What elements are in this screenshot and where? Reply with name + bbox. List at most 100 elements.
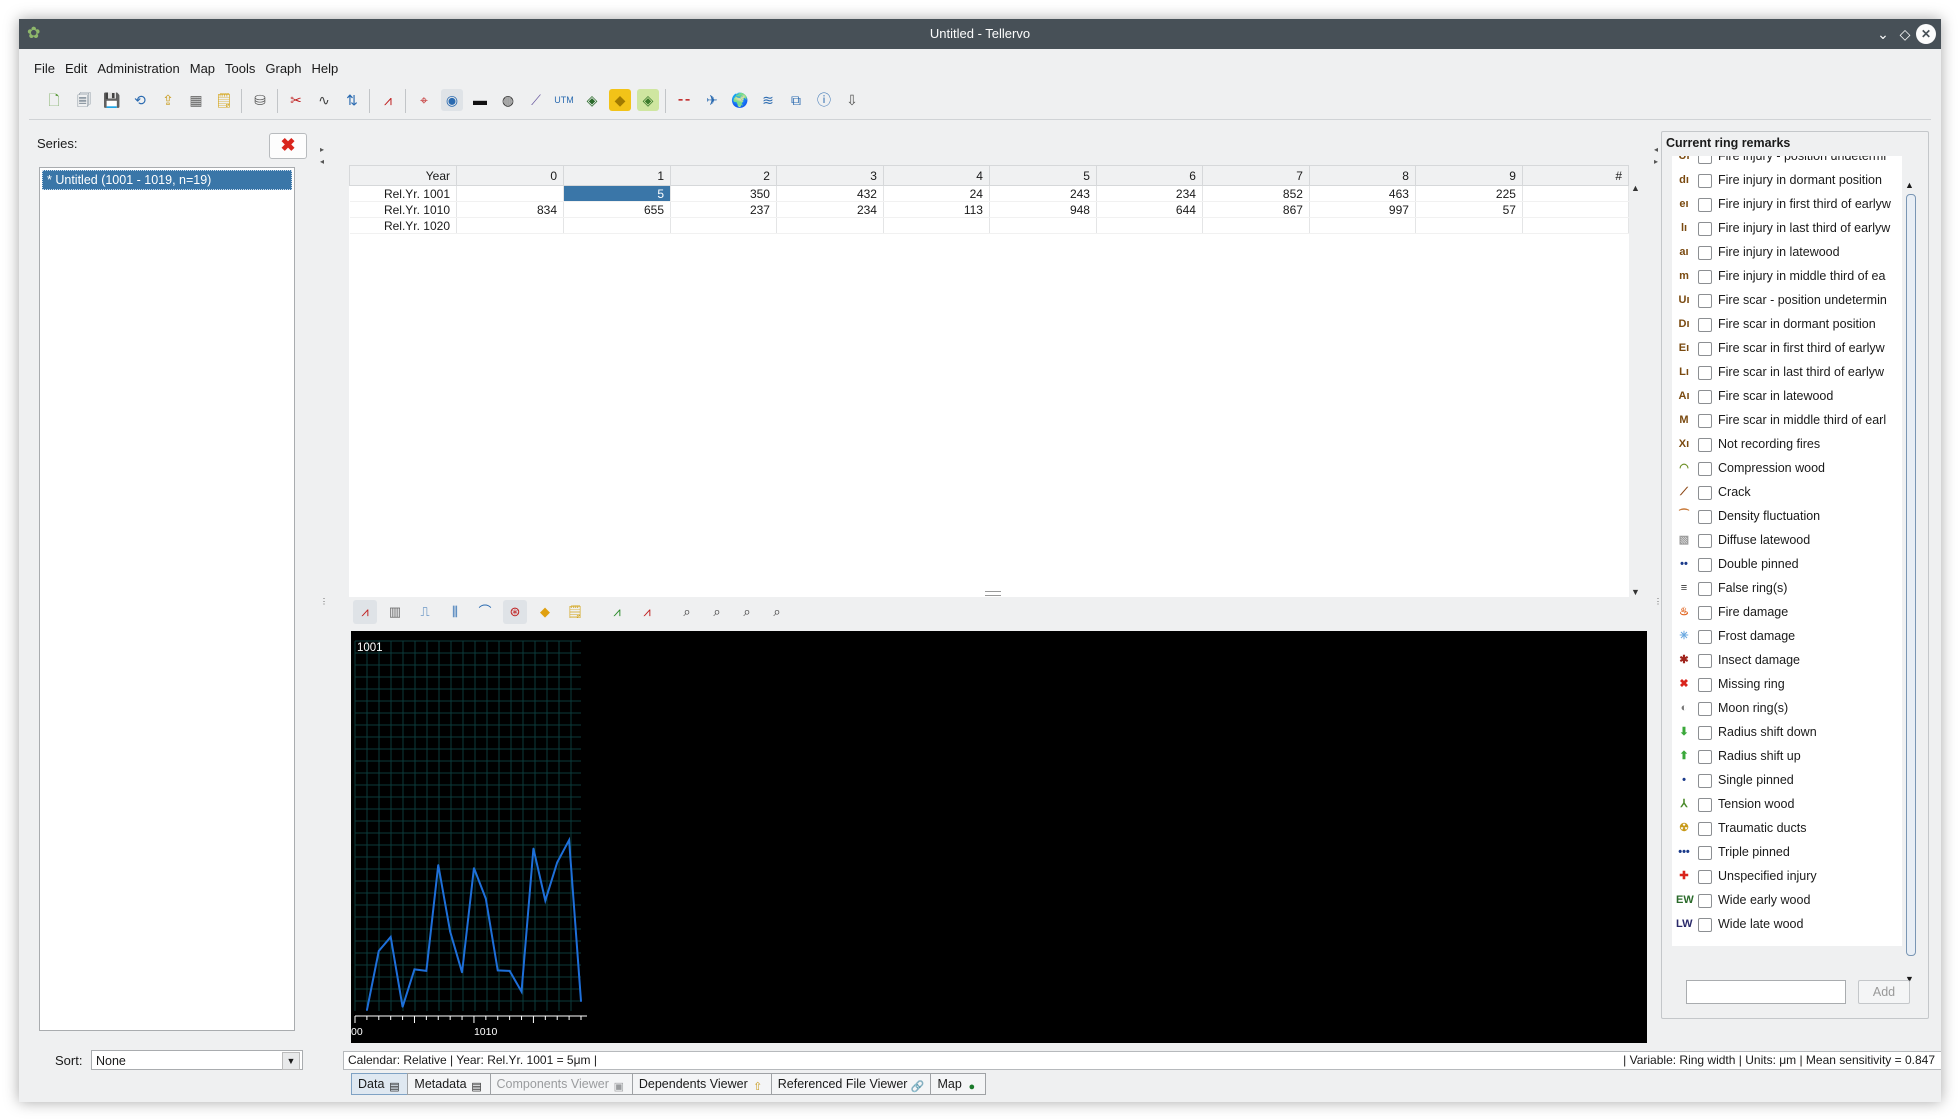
table-cell[interactable] <box>776 217 884 234</box>
remark-item[interactable]: ••• Triple pinned <box>1672 840 1902 864</box>
series-icon[interactable]: ▦ <box>185 89 207 111</box>
remark-item[interactable]: • Single pinned <box>1672 768 1902 792</box>
table-cell-selected[interactable]: 5 <box>563 185 671 202</box>
menu-help[interactable]: Help <box>307 58 344 76</box>
remark-item[interactable]: Lı Fire scar in last third of earlyw <box>1672 360 1902 384</box>
metadata-icon[interactable]: 🗒 <box>213 89 235 111</box>
plane-icon[interactable]: ✈ <box>701 89 723 111</box>
table-cell[interactable] <box>1522 217 1630 234</box>
column-header[interactable]: 2 <box>670 165 777 186</box>
remarks-scrollbar[interactable]: ▲ ▼ <box>1904 180 1916 984</box>
remark-item[interactable]: lı Fire injury in last third of earlyw <box>1672 216 1902 240</box>
remark-checkbox[interactable] <box>1698 510 1712 524</box>
remark-checkbox[interactable] <box>1698 366 1712 380</box>
remark-checkbox[interactable] <box>1698 870 1712 884</box>
remark-item[interactable]: ⟋ Crack <box>1672 480 1902 504</box>
scroll-up-icon[interactable]: ▲ <box>1905 180 1914 190</box>
remove-series-button[interactable]: ✖ <box>269 133 307 159</box>
remark-item[interactable]: Xı Not recording fires <box>1672 432 1902 456</box>
menu-graph[interactable]: Graph <box>260 58 306 76</box>
remark-checkbox[interactable] <box>1698 156 1712 164</box>
remark-checkbox[interactable] <box>1698 918 1712 932</box>
stack-icon[interactable]: ⧉ <box>785 89 807 111</box>
curve-icon[interactable]: ∿ <box>313 89 335 111</box>
table-cell[interactable] <box>670 217 777 234</box>
radar-icon[interactable]: ⊛ <box>503 600 527 624</box>
table-cell[interactable]: 24 <box>883 185 990 202</box>
menu-map[interactable]: Map <box>185 58 220 76</box>
info-icon[interactable]: ⓘ <box>813 89 835 111</box>
table-cell[interactable]: 350 <box>670 185 777 202</box>
remark-item[interactable]: ◐ Moon ring(s) <box>1672 696 1902 720</box>
tag-icon[interactable]: ◆ <box>609 89 631 111</box>
remark-checkbox[interactable] <box>1698 702 1712 716</box>
remark-checkbox[interactable] <box>1698 798 1712 812</box>
layers-icon[interactable]: ≋ <box>757 89 779 111</box>
graph-icon[interactable]: ⩘ <box>377 89 399 111</box>
earth-icon[interactable]: 🌍 <box>729 89 751 111</box>
table-cell[interactable]: 644 <box>1096 201 1203 218</box>
remark-item[interactable]: ⬇ Radius shift down <box>1672 720 1902 744</box>
cut-icon[interactable]: ✂ <box>285 89 307 111</box>
column-header[interactable]: 5 <box>988 165 1097 186</box>
step-graph-icon[interactable]: ⎍ <box>413 600 437 624</box>
minimize-icon[interactable]: ⌄ <box>1873 24 1893 44</box>
image-icon[interactable]: ▬ <box>469 89 491 111</box>
camera-icon[interactable]: ◍ <box>497 89 519 111</box>
zoom-out-x-icon[interactable]: ⌕ <box>705 600 729 624</box>
series-item[interactable]: * Untitled (1001 - 1019, n=19) <box>42 170 292 190</box>
table-cell[interactable] <box>456 217 564 234</box>
remark-checkbox[interactable] <box>1698 246 1712 260</box>
remark-item[interactable]: ⬆ Radius shift up <box>1672 744 1902 768</box>
remark-item[interactable]: m Fire injury in middle third of ea <box>1672 264 1902 288</box>
map-icon[interactable]: ◈ <box>637 89 659 111</box>
remark-item[interactable]: M Fire scar in middle third of earl <box>1672 408 1902 432</box>
table-cell[interactable] <box>989 217 1097 234</box>
remark-checkbox[interactable] <box>1698 630 1712 644</box>
export-icon[interactable]: ⇩ <box>841 89 863 111</box>
remark-checkbox[interactable] <box>1698 846 1712 860</box>
remark-checkbox[interactable] <box>1698 414 1712 428</box>
table-cell[interactable] <box>1202 217 1310 234</box>
database-icon[interactable]: ⛁ <box>249 89 271 111</box>
table-cell[interactable] <box>1522 201 1630 218</box>
remark-item[interactable]: Dı Fire scar in dormant position <box>1672 312 1902 336</box>
column-header[interactable]: # <box>1521 165 1630 186</box>
remark-item[interactable]: ☢ Traumatic ducts <box>1672 816 1902 840</box>
table-cell[interactable] <box>1309 217 1416 234</box>
table-cell[interactable]: 234 <box>776 201 884 218</box>
utm-icon[interactable]: UTM <box>553 89 575 111</box>
remark-item[interactable]: ≡ False ring(s) <box>1672 576 1902 600</box>
remark-checkbox[interactable] <box>1698 390 1712 404</box>
add-remark-button[interactable]: Add <box>1858 980 1910 1004</box>
table-cell[interactable] <box>1415 217 1523 234</box>
remark-item[interactable]: ✚ Unspecified injury <box>1672 864 1902 888</box>
maximize-icon[interactable]: ◇ <box>1895 24 1915 44</box>
tab-metadata[interactable]: Metadata ▤ <box>407 1073 491 1095</box>
remove-series-icon[interactable]: ⩘ <box>635 600 659 624</box>
remark-checkbox[interactable] <box>1698 270 1712 284</box>
remark-checkbox[interactable] <box>1698 558 1712 572</box>
remark-checkbox[interactable] <box>1698 606 1712 620</box>
open-icon[interactable]: 🗐 <box>73 89 95 111</box>
remark-checkbox[interactable] <box>1698 582 1712 596</box>
remark-checkbox[interactable] <box>1698 654 1712 668</box>
scroll-up-icon[interactable]: ▲ <box>1631 183 1640 193</box>
zoom-icon[interactable]: ⌖ <box>413 89 435 111</box>
table-cell[interactable] <box>1096 217 1203 234</box>
table-cell[interactable]: 113 <box>883 201 990 218</box>
column-header[interactable]: 8 <box>1308 165 1416 186</box>
column-header[interactable]: 7 <box>1201 165 1310 186</box>
remark-checkbox[interactable] <box>1698 822 1712 836</box>
tab-components-viewer[interactable]: Components Viewer ▣ <box>489 1073 633 1095</box>
table-cell[interactable]: 948 <box>989 201 1097 218</box>
tab-map[interactable]: Map ● <box>930 1073 986 1095</box>
remark-checkbox[interactable] <box>1698 318 1712 332</box>
table-cell[interactable]: 225 <box>1415 185 1523 202</box>
table-cell[interactable]: 57 <box>1415 201 1523 218</box>
table-cell[interactable]: 655 <box>563 201 671 218</box>
arc-icon[interactable]: ⌒ <box>473 600 497 624</box>
remark-item[interactable]: ▧ Diffuse latewood <box>1672 528 1902 552</box>
remark-input[interactable] <box>1686 980 1846 1004</box>
column-header[interactable]: 1 <box>563 165 671 186</box>
